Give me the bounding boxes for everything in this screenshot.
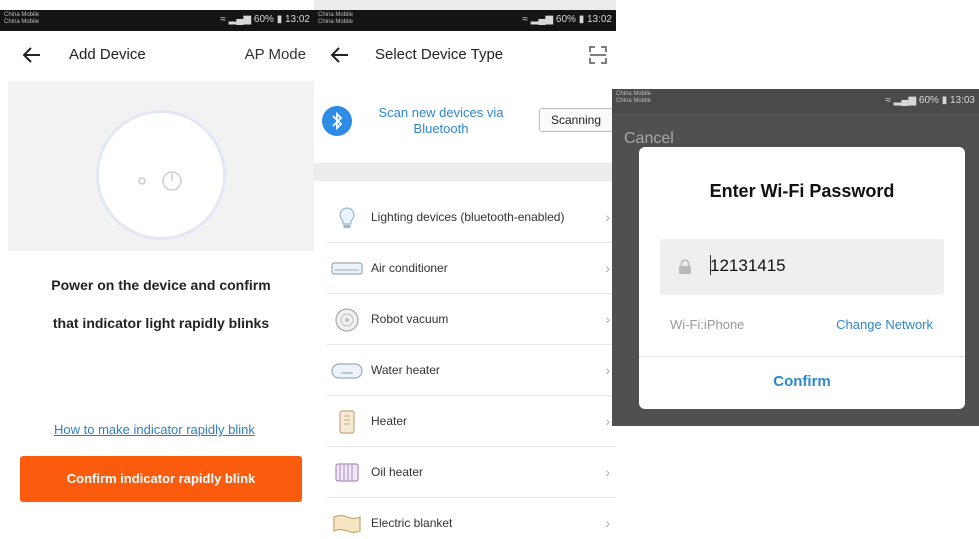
clock: 13:02 — [586, 14, 612, 25]
wifi-password-screen: China Mobile China Mobile ≈ ▂▄▆ 60% ▮ 13… — [612, 89, 979, 426]
oil-heater-icon — [335, 463, 359, 482]
bluetooth-scan-section: Scan new devices via Bluetooth Scanning — [314, 79, 616, 163]
nav-bar: Add Device AP Mode — [0, 31, 314, 79]
signal-icon: ≈ ▂▄▆ — [522, 14, 556, 25]
list-item-label: Water heater — [371, 363, 440, 377]
list-item[interactable]: Electric blanket › — [327, 498, 616, 539]
status-bar: China Mobile China Mobile ≈ ▂▄▆ 60% ▮ 13… — [0, 10, 314, 31]
battery-percent: 60% — [918, 95, 939, 106]
help-link[interactable]: How to make indicator rapidly blink — [54, 422, 255, 437]
add-device-screen: China Mobile China Mobile ≈ ▂▄▆ 60% ▮ 13… — [0, 0, 314, 539]
confirm-blink-button[interactable]: Confirm indicator rapidly blink — [20, 456, 302, 502]
battery-icon: ▮ — [941, 95, 950, 106]
password-field[interactable]: 12131415 — [660, 239, 944, 295]
battery-icon: ▮ — [578, 14, 587, 25]
lightbulb-icon — [339, 207, 355, 228]
nav-bar: Select Device Type — [314, 31, 616, 79]
list-item-label: Oil heater — [371, 465, 424, 479]
chevron-right-icon: › — [605, 260, 610, 276]
instruction-line-2: that indicator light rapidly blinks — [52, 315, 270, 331]
scanning-button[interactable]: Scanning — [539, 108, 613, 132]
signal-icon: ≈ ▂▄▆ — [885, 95, 919, 106]
select-device-screen: China Mobile China Mobile ≈ ▂▄▆ 60% ▮ 13… — [314, 0, 616, 539]
cancel-button[interactable]: Cancel — [624, 130, 674, 148]
device-type-list: Lighting devices (bluetooth-enabled) › A… — [314, 181, 616, 539]
device-illustration — [8, 81, 314, 251]
wifi-network-label: Wi-Fi:iPhone — [670, 317, 745, 332]
electric-blanket-icon — [333, 514, 361, 534]
chevron-right-icon: › — [605, 362, 610, 378]
lock-icon — [679, 259, 691, 274]
status-indicators: ≈ ▂▄▆ 60% ▮ 13:02 — [220, 14, 310, 25]
list-item[interactable]: Heater › — [327, 396, 616, 447]
list-item[interactable]: Robot vacuum › — [327, 294, 616, 345]
water-heater-icon — [331, 363, 363, 379]
chevron-right-icon: › — [605, 311, 610, 327]
list-item[interactable]: Lighting devices (bluetooth-enabled) › — [327, 192, 616, 243]
list-item[interactable]: Water heater › — [327, 345, 616, 396]
status-indicators: ≈ ▂▄▆ 60% ▮ 13:03 — [885, 95, 975, 106]
air-conditioner-icon — [331, 262, 363, 275]
list-item-label: Robot vacuum — [371, 312, 449, 326]
list-item[interactable]: Oil heater › — [327, 447, 616, 498]
status-bar: China Mobile China Mobile ≈ ▂▄▆ 60% ▮ 13… — [612, 89, 979, 113]
clock: 13:03 — [949, 95, 975, 106]
password-value: 12131415 — [710, 256, 786, 275]
carrier-label: China Mobile China Mobile — [616, 91, 652, 104]
power-icon — [138, 171, 182, 191]
battery-percent: 60% — [253, 14, 274, 25]
bluetooth-icon — [322, 106, 352, 136]
back-arrow-icon[interactable] — [328, 43, 352, 67]
robot-vacuum-icon — [335, 308, 359, 332]
bluetooth-scan-label: Scan new devices via Bluetooth — [378, 105, 504, 136]
divider — [639, 356, 965, 357]
carrier-label: China Mobile China Mobile — [318, 12, 354, 25]
chevron-right-icon: › — [605, 209, 610, 225]
page-title: Add Device — [69, 46, 146, 63]
confirm-button[interactable]: Confirm — [639, 373, 965, 390]
wifi-password-dialog: Enter Wi-Fi Password 12131415 Wi-Fi:iPho… — [639, 147, 965, 409]
change-network-link[interactable]: Change Network — [836, 317, 933, 332]
battery-icon: ▮ — [276, 14, 285, 25]
list-item-label: Lighting devices (bluetooth-enabled) — [371, 210, 565, 224]
list-item-label: Electric blanket — [371, 516, 453, 530]
signal-icon: ≈ ▂▄▆ — [220, 14, 254, 25]
chevron-right-icon: › — [605, 464, 610, 480]
ap-mode-button[interactable]: AP Mode — [245, 46, 306, 63]
status-indicators: ≈ ▂▄▆ 60% ▮ 13:02 — [522, 14, 612, 25]
back-arrow-icon[interactable] — [20, 43, 44, 67]
chevron-right-icon: › — [605, 515, 610, 531]
page-title: Select Device Type — [375, 46, 504, 63]
carrier-label: China Mobile China Mobile — [4, 12, 40, 25]
scan-qr-icon[interactable] — [588, 45, 608, 65]
list-item-label: Heater — [371, 414, 408, 428]
battery-percent: 60% — [555, 14, 576, 25]
clock: 13:02 — [284, 14, 310, 25]
dialog-title: Enter Wi-Fi Password — [709, 181, 895, 201]
status-bar: China Mobile China Mobile ≈ ▂▄▆ 60% ▮ 13… — [314, 10, 616, 31]
instruction-line-1: Power on the device and confirm — [51, 277, 271, 293]
list-item-label: Air conditioner — [371, 261, 448, 275]
chevron-right-icon: › — [605, 413, 610, 429]
list-item[interactable]: Air conditioner › — [327, 243, 616, 294]
heater-icon — [339, 410, 355, 434]
